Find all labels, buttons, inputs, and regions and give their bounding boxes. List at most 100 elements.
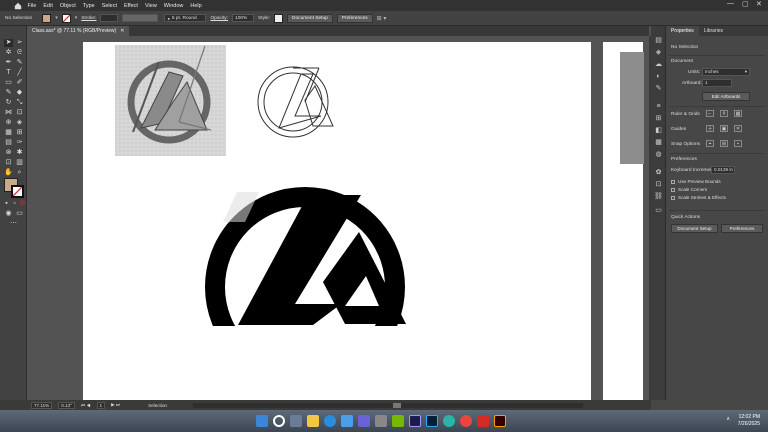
acrobat-icon[interactable]	[477, 415, 489, 427]
brush-select[interactable]: ● 5 pt. Round	[164, 14, 207, 22]
menu-object[interactable]: Object	[56, 3, 79, 9]
artboard-nav-field[interactable]: 1	[96, 401, 106, 409]
document-tab[interactable]: Class.ass* @ 77.11 % (RGB/Preview) ✕	[27, 26, 130, 36]
pixel-grid-icon[interactable]: ▦	[734, 110, 742, 117]
preferences-button[interactable]: Preferences	[336, 13, 373, 23]
first-artboard-icon[interactable]: ⏮ ◀	[81, 403, 91, 408]
snap-to-pixel-icon[interactable]: ▪	[734, 140, 742, 147]
next-artboard-icon[interactable]: ▶ ⏭	[111, 402, 120, 408]
edge-icon[interactable]	[324, 415, 336, 427]
eraser-tool-icon[interactable]: ◆	[15, 89, 24, 97]
menu-edit[interactable]: Edit	[40, 3, 56, 9]
stroke-weight-field[interactable]	[100, 14, 119, 22]
snap-to-grid-icon[interactable]: ⊞	[720, 140, 728, 147]
stroke-swatch[interactable]	[61, 13, 71, 23]
appearance-panel-icon[interactable]: ◐	[654, 72, 663, 81]
settings-icon[interactable]	[375, 415, 387, 427]
shape-builder-tool-icon[interactable]: ⊕	[4, 119, 13, 127]
links-panel-icon[interactable]: ⛓	[654, 192, 663, 201]
photoshop-icon[interactable]	[426, 415, 438, 427]
close-tab-icon[interactable]: ✕	[120, 28, 124, 34]
main-logo[interactable]	[205, 187, 406, 377]
photos-icon[interactable]	[341, 415, 353, 427]
home-icon[interactable]	[12, 0, 24, 11]
use-preview-bounds-checkbox[interactable]: Use Preview Bounds	[671, 179, 721, 184]
scale-tool-icon[interactable]: ⤡	[15, 99, 24, 107]
grid-icon[interactable]: #	[720, 110, 728, 117]
layers-panel-icon[interactable]: ◈	[654, 48, 663, 57]
artboards-panel-icon[interactable]: ⊡	[654, 180, 663, 189]
menu-view[interactable]: View	[141, 3, 160, 9]
zoom-tool-icon[interactable]: ⌕	[15, 169, 24, 177]
type-tool-icon[interactable]: T	[4, 69, 13, 77]
teams-icon[interactable]	[358, 415, 370, 427]
edit-toolbar-icon[interactable]: ⋯	[9, 220, 18, 228]
menu-file[interactable]: File	[24, 3, 40, 9]
chevron-down-icon[interactable]: ▾	[75, 15, 78, 21]
quick-preferences-button[interactable]: Preferences	[721, 224, 763, 233]
clock[interactable]: 12:02 PM 7/26/2025	[738, 414, 760, 428]
zoom-field[interactable]: 77.11%	[31, 401, 53, 409]
maximize-button[interactable]: ▢	[742, 0, 749, 8]
units-select[interactable]: Inches ▾	[702, 68, 750, 76]
ruler-icon[interactable]: ⌐	[706, 110, 714, 117]
hand-tool-icon[interactable]: ✋	[4, 169, 13, 177]
lock-guides-icon[interactable]: ▣	[720, 125, 728, 132]
folder-icon[interactable]	[307, 415, 319, 427]
swatches-panel-icon[interactable]: ▦	[654, 138, 663, 147]
file-explorer-icon[interactable]	[290, 415, 302, 427]
horizontal-scrollbar[interactable]	[192, 402, 583, 408]
align-panel-icon[interactable]: ≡	[654, 102, 663, 111]
tab-libraries[interactable]: Libraries	[699, 26, 728, 36]
menu-select[interactable]: Select	[98, 3, 120, 9]
fill-swatch[interactable]	[42, 13, 52, 23]
paintbrush-tool-icon[interactable]: ✐	[15, 79, 24, 87]
artboard[interactable]	[83, 42, 591, 400]
arrange-icon[interactable]: ⊞ ▾	[377, 15, 387, 22]
line-tool-icon[interactable]: ╱	[15, 69, 24, 77]
illustrator-icon[interactable]	[494, 415, 506, 427]
artwork[interactable]	[83, 42, 591, 400]
rotate-tool-icon[interactable]: ↻	[4, 99, 13, 107]
symbol-sprayer-tool-icon[interactable]: ✱	[15, 149, 24, 157]
comments-panel-icon[interactable]: ▭	[654, 206, 663, 215]
width-tool-icon[interactable]: ⋈	[4, 109, 13, 117]
show-guides-icon[interactable]: ┼	[706, 125, 714, 132]
edge-icon[interactable]	[443, 415, 455, 427]
magic-wand-tool-icon[interactable]: ✲	[4, 49, 13, 57]
variable-width-field[interactable]	[122, 14, 159, 22]
gradient-tool-icon[interactable]: ▤	[4, 139, 13, 147]
minimize-button[interactable]: —	[727, 0, 734, 7]
stroke-color-swatch[interactable]	[11, 185, 24, 198]
canvas[interactable]	[27, 36, 649, 400]
none-mode-icon[interactable]: ⊘	[18, 200, 27, 208]
chevron-down-icon[interactable]: ▾	[55, 15, 58, 21]
menu-type[interactable]: Type	[79, 3, 98, 9]
pen-tool-icon[interactable]: ✒	[4, 59, 13, 67]
rotation-field[interactable]: 0.13°	[58, 401, 76, 409]
stroke-label[interactable]: Stroke:	[81, 16, 96, 21]
selection-tool-icon[interactable]: ➤	[4, 39, 13, 47]
nvidia-icon[interactable]	[392, 415, 404, 427]
live-paint-tool-icon[interactable]: ◈	[15, 119, 24, 127]
document-setup-button[interactable]: Document Setup	[287, 13, 333, 23]
color-panel-icon[interactable]: ◍	[654, 150, 663, 159]
mesh-tool-icon[interactable]: ⊞	[15, 129, 24, 137]
transform-panel-icon[interactable]: ⊞	[654, 114, 663, 123]
menu-window[interactable]: Window	[160, 3, 187, 9]
after-effects-icon[interactable]	[409, 415, 421, 427]
direct-selection-tool-icon[interactable]: ➢	[15, 39, 24, 47]
chrome-icon[interactable]	[460, 415, 472, 427]
opacity-field[interactable]: 100%	[232, 14, 255, 22]
outline-logo[interactable]	[257, 66, 334, 138]
artboard-select[interactable]: 1	[702, 79, 732, 87]
quick-document-setup-button[interactable]: Document Setup	[671, 224, 718, 233]
rectangle-tool-icon[interactable]: ▭	[4, 79, 13, 87]
lasso-tool-icon[interactable]: ᘓ	[15, 49, 24, 57]
scale-corners-checkbox[interactable]: Scale Corners	[671, 187, 707, 192]
search-icon[interactable]	[273, 415, 285, 427]
pathfinder-panel-icon[interactable]: ◧	[654, 126, 663, 135]
edit-artboards-button[interactable]: Edit Artboards	[702, 92, 750, 101]
perspective-grid-tool-icon[interactable]: ▦	[4, 129, 13, 137]
gray-placeholder-rect[interactable]	[620, 52, 644, 164]
